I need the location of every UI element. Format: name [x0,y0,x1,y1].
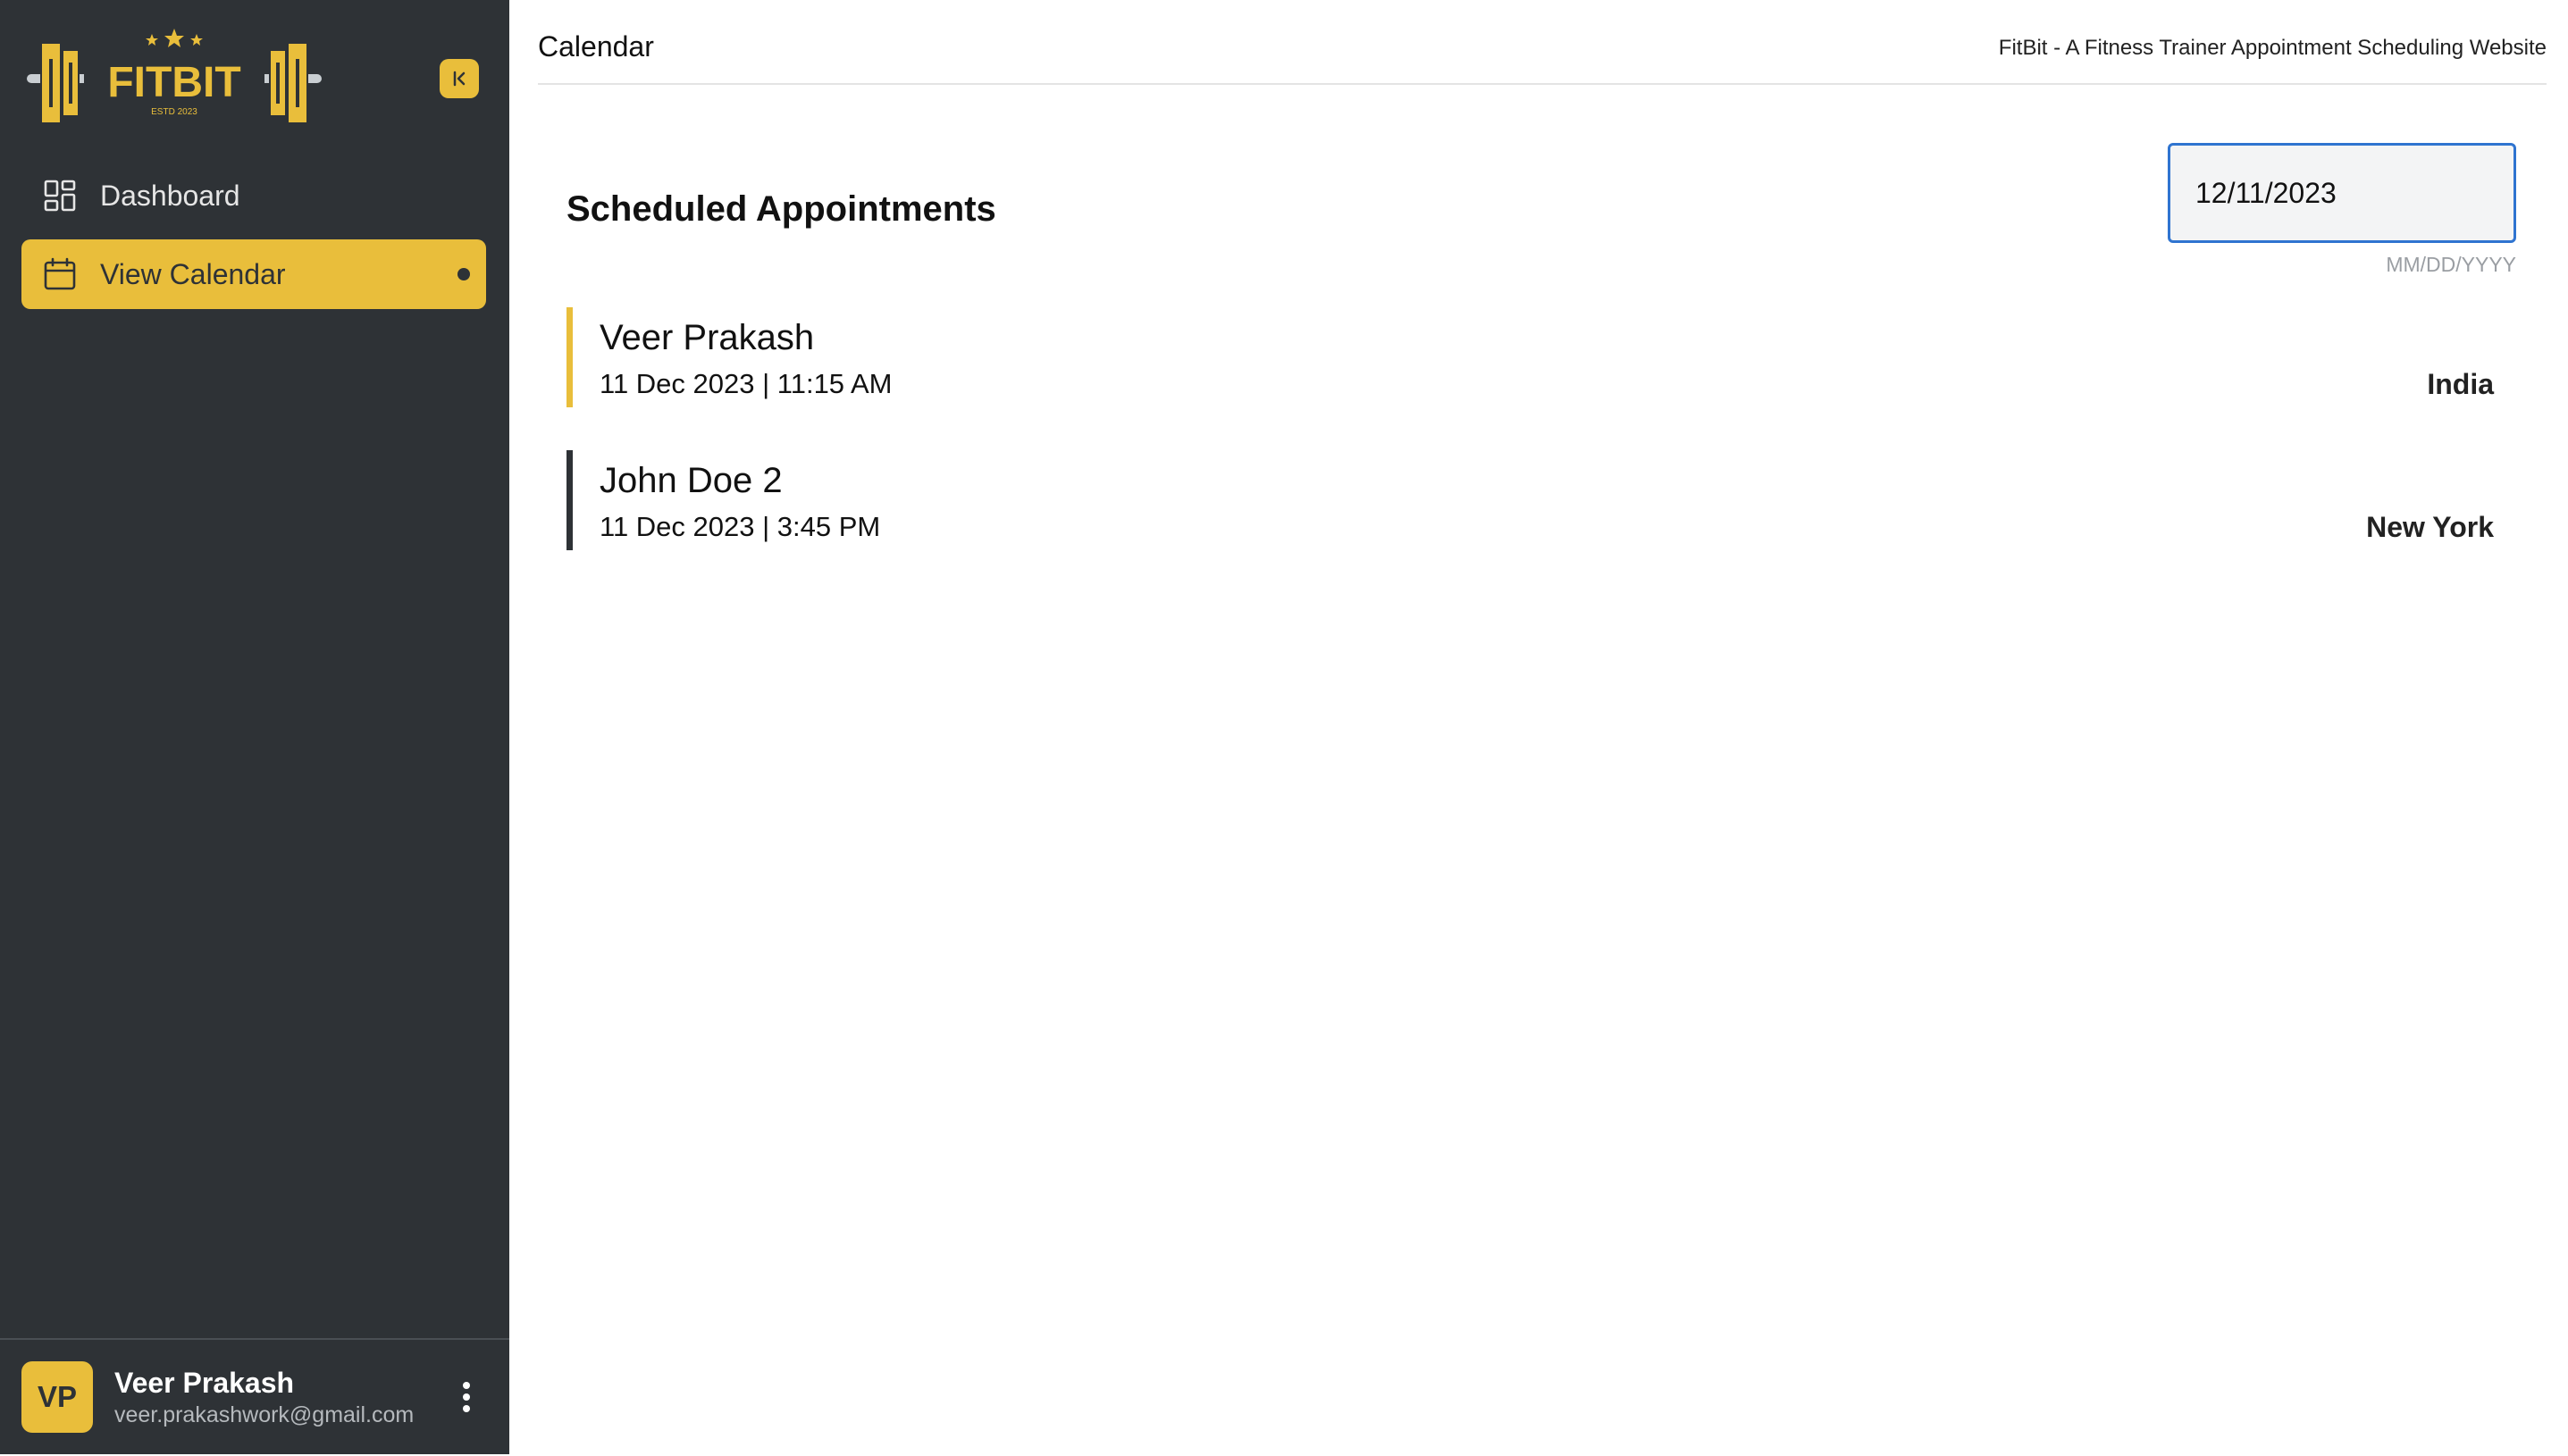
top-bar: Calendar FitBit - A Fitness Trainer Appo… [538,0,2547,85]
sidebar-item-label: Dashboard [100,180,240,212]
date-input[interactable] [2168,143,2516,243]
appointment-name: Veer Prakash [600,318,815,357]
avatar[interactable]: VP [21,1361,93,1433]
sidebar: FITBIT ESTD 2023 Dashboard View Calendar [0,0,509,1454]
sidebar-item-label: View Calendar [100,258,286,290]
user-profile: VP Veer Prakash veer.prakashwork@gmail.c… [0,1338,509,1456]
page-title: Calendar [538,30,654,63]
more-vertical-icon[interactable] [456,1379,477,1415]
fitbit-logo[interactable]: FITBIT ESTD 2023 [27,23,322,134]
site-title: FitBit - A Fitness Trainer Appointment S… [1998,36,2547,60]
appointment-name: John Doe 2 [600,461,783,500]
sidebar-item-dashboard[interactable]: Dashboard [21,161,486,230]
svg-text:FITBIT: FITBIT [107,59,240,106]
appointment-location: New York [2366,511,2494,543]
sidebar-item-view-calendar[interactable]: View Calendar [21,239,486,309]
appointment-item[interactable]: John Doe 2 11 Dec 2023 | 3:45 PM New Yor… [566,450,2494,550]
calendar-icon [44,257,76,290]
dashboard-grid-icon [44,180,76,212]
appointment-location: India [2427,368,2494,400]
collapse-left-icon [453,71,466,87]
user-email: veer.prakashwork@gmail.com [114,1402,415,1427]
section-title: Scheduled Appointments [566,189,996,229]
svg-text:ESTD 2023: ESTD 2023 [151,107,197,117]
active-indicator-dot [457,268,470,280]
appointment-datetime: 11 Dec 2023 | 3:45 PM [600,511,881,542]
collapse-sidebar-button[interactable] [440,59,479,98]
date-format-hint: MM/DD/YYYY [2386,253,2516,276]
appointment-datetime: 11 Dec 2023 | 11:15 AM [600,368,893,399]
appointment-item[interactable]: Veer Prakash 11 Dec 2023 | 11:15 AM Indi… [566,307,2494,407]
user-name: Veer Prakash [114,1367,295,1399]
